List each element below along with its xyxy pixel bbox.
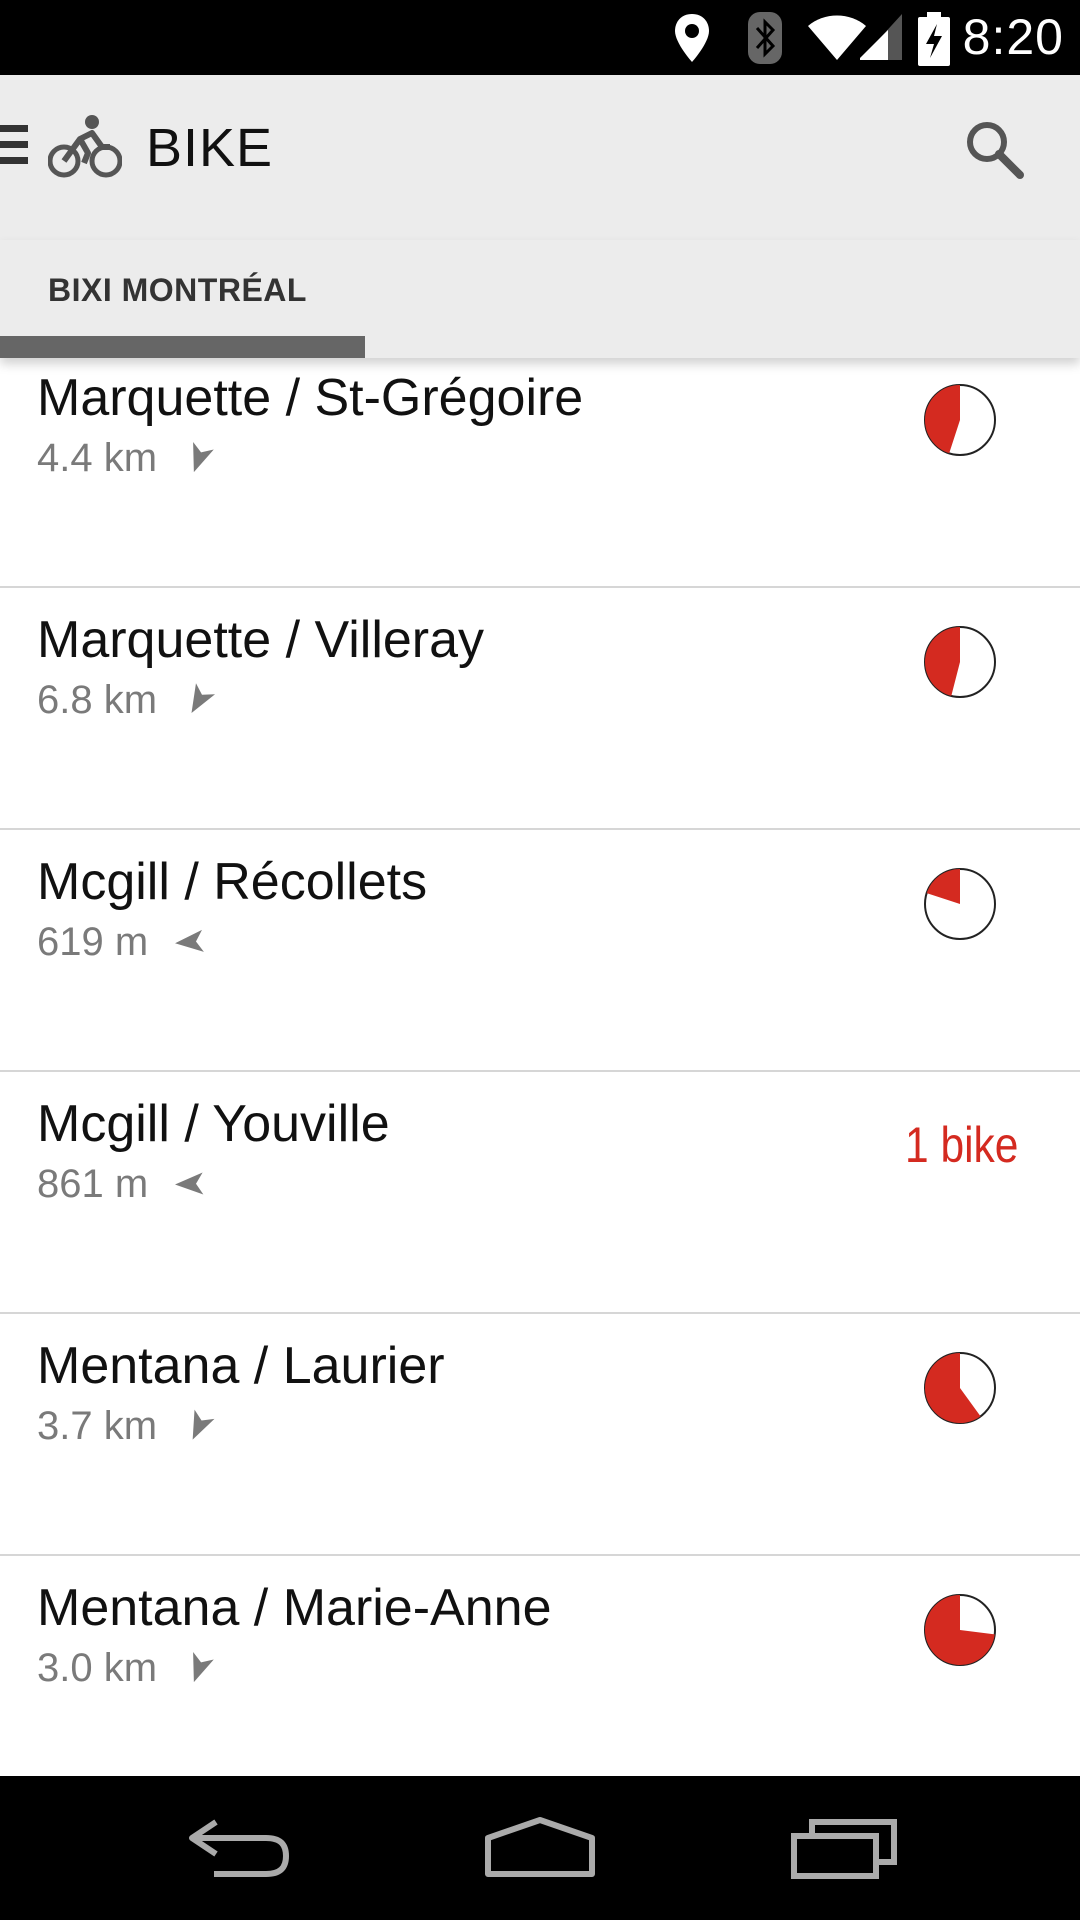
back-icon[interactable]	[186, 1816, 292, 1880]
availability-pie	[924, 868, 996, 940]
direction-arrow-icon	[175, 1172, 204, 1195]
nav-bar	[0, 1776, 1080, 1920]
status-bar: 8:20	[0, 0, 1080, 75]
station-row[interactable]: Mentana / Marie-Anne 3.0 km	[0, 1556, 1080, 1776]
direction-arrow-icon	[193, 442, 214, 473]
station-row[interactable]: Mcgill / Youville 861 m 1 bike	[0, 1072, 1080, 1314]
tab-label: BIXI MONTRÉAL	[48, 272, 307, 308]
home-icon[interactable]	[484, 1816, 596, 1878]
station-name: Marquette / St-Grégoire	[37, 369, 584, 427]
availability-pie	[924, 1594, 996, 1666]
distance-value: 861 m	[37, 1162, 149, 1206]
station-distance: 619 m	[37, 920, 207, 965]
recents-icon[interactable]	[790, 1816, 898, 1880]
station-row[interactable]: Marquette / St-Grégoire 4.4 km	[0, 358, 1080, 588]
station-distance: 4.4 km	[37, 436, 216, 481]
distance-value: 619 m	[37, 920, 149, 964]
tab-bar: BIXI MONTRÉAL	[0, 240, 1080, 358]
station-row[interactable]: Mcgill / Récollets 619 m	[0, 830, 1080, 1072]
signal-icon	[860, 14, 902, 60]
station-distance: 3.0 km	[37, 1646, 216, 1691]
station-name: Mcgill / Youville	[37, 1095, 390, 1153]
bike-icon	[48, 115, 122, 178]
tab-bixi-montreal[interactable]: BIXI MONTRÉAL	[0, 240, 365, 358]
app-bar: BIKE	[0, 75, 1080, 240]
distance-value: 4.4 km	[37, 436, 158, 480]
search-icon[interactable]	[962, 117, 1026, 181]
station-row[interactable]: Mentana / Laurier 3.7 km	[0, 1314, 1080, 1556]
station-distance: 6.8 km	[37, 678, 216, 723]
app-title: BIKE	[146, 118, 274, 178]
station-distance: 3.7 km	[37, 1404, 216, 1449]
availability-pie	[924, 1352, 996, 1424]
direction-arrow-icon	[191, 683, 216, 713]
availability-text: 1 bike	[904, 1117, 1018, 1173]
station-name: Mentana / Laurier	[37, 1337, 445, 1395]
status-time: 8:20	[962, 9, 1064, 65]
menu-icon[interactable]	[0, 125, 30, 170]
station-row[interactable]: Marquette / Villeray 6.8 km	[0, 588, 1080, 830]
distance-value: 3.0 km	[37, 1646, 158, 1690]
station-name: Mentana / Marie-Anne	[37, 1579, 552, 1637]
direction-arrow-icon	[175, 929, 205, 952]
direction-arrow-icon	[193, 1652, 214, 1683]
tab-indicator	[0, 336, 365, 358]
availability-pie	[924, 384, 996, 456]
availability-pie	[924, 626, 996, 698]
distance-value: 3.7 km	[37, 1404, 158, 1448]
station-distance: 861 m	[37, 1162, 207, 1207]
distance-value: 6.8 km	[37, 678, 158, 722]
bluetooth-icon	[748, 12, 782, 64]
station-name: Marquette / Villeray	[37, 611, 485, 669]
direction-arrow-icon	[192, 1409, 215, 1440]
battery-charging-icon	[918, 12, 950, 66]
location-icon	[675, 14, 709, 62]
station-name: Mcgill / Récollets	[37, 853, 428, 911]
station-list[interactable]: Marquette / St-Grégoire 4.4 km Marquette…	[0, 358, 1080, 1776]
